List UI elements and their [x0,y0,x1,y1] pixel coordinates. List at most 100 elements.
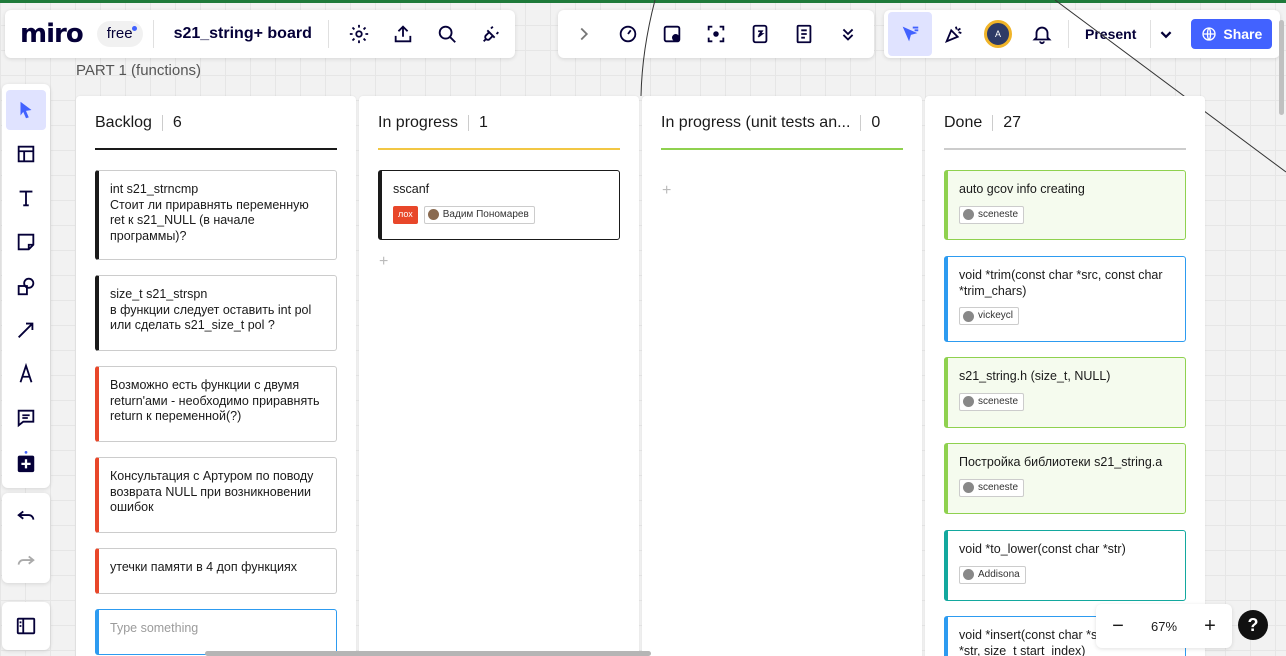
card-text: Возможно есть функции с двумя return'ами… [110,378,320,423]
assignee-name: sceneste [978,208,1019,220]
kanban-card[interactable]: Консультация с Артуром по поводу возврат… [95,457,337,533]
expand-chevron-icon[interactable] [562,12,606,56]
undo-icon[interactable] [4,494,48,538]
zoom-out-button[interactable]: − [1102,610,1134,642]
card-text: sscanf [393,182,430,196]
sticky-note-icon[interactable] [6,222,46,262]
assignee-name: vickeycl [978,310,1014,322]
new-card-input[interactable]: Type something [95,609,337,655]
frames-list-icon [16,617,36,635]
bell-icon[interactable] [1020,12,1064,56]
celebrate-icon[interactable] [932,12,976,56]
card-text: утечки памяти в 4 доп функциях [110,560,298,574]
card-text: Консультация с Артуром по поводу возврат… [110,469,314,514]
kanban-card[interactable]: void *to_lower(const char *str) Addisona [944,530,1186,601]
column-count: 1 [479,114,488,131]
divider [152,20,154,48]
kanban-card[interactable]: Возможно есть функции с двумя return'ами… [95,366,337,442]
globe-icon [1202,27,1217,41]
new-card-placeholder: Type something [110,621,199,635]
avatar[interactable]: A [976,12,1020,56]
timer-icon[interactable] [606,12,650,56]
focus-icon[interactable] [694,12,738,56]
kanban-column-backlog[interactable]: Backlog 6 int s21_strncmp Стоит ли прира… [76,96,356,656]
pen-icon[interactable] [6,354,46,394]
countdown-icon[interactable] [738,12,782,56]
notes-icon[interactable] [782,12,826,56]
assignee-tag[interactable]: Addisona [959,565,1026,584]
board-header-panel: miro free s21_string+ board [5,10,515,58]
avatar [427,209,439,220]
kanban-card[interactable]: int s21_strncmp Стоит ли приравнять пере… [95,170,337,260]
horizontal-scrollbar[interactable] [205,651,651,656]
kanban-column-done[interactable]: Done 27 auto gcov info creating sceneste… [925,96,1205,656]
present-options-chevron-icon[interactable] [1151,12,1181,56]
card-text: size_t s21_strspn в функции следует оста… [110,287,312,332]
assignee-tag[interactable]: sceneste [959,478,1025,497]
column-color-line [95,148,337,150]
divider [327,20,329,48]
add-card-button[interactable]: + [379,253,388,271]
kanban-card[interactable]: auto gcov info creating sceneste [944,170,1186,240]
assignee-name: Вадим Пономарев [442,208,529,220]
card-tag[interactable]: лох [393,205,418,224]
kanban-card[interactable]: утечки памяти в 4 доп функциях [95,548,337,594]
share-button[interactable]: Share [1191,19,1273,49]
assignee-tag[interactable]: sceneste [959,205,1025,224]
column-header[interactable]: In progress (unit tests an... 0 [661,114,903,132]
upload-icon[interactable] [381,12,425,56]
kanban-card[interactable]: s21_string.h (size_t, NULL) sceneste [944,357,1186,428]
search-icon[interactable] [425,12,469,56]
voting-icon[interactable] [650,12,694,56]
user-avatar-initial: A [984,20,1012,48]
kanban-card[interactable]: size_t s21_strspn в функции следует оста… [95,275,337,351]
plug-icon[interactable] [469,12,513,56]
zoom-in-button[interactable]: + [1194,610,1226,642]
column-count: 0 [871,114,881,131]
top-accent-line [0,0,1286,3]
frames-panel-toggle[interactable] [2,602,50,650]
text-tool-icon[interactable] [6,178,46,218]
redo-icon[interactable] [4,539,48,583]
avatar [963,396,974,407]
zoom-controls: − 67% + [1096,604,1232,648]
assignee-name: sceneste [978,481,1019,493]
miro-logo[interactable]: miro [20,19,84,49]
comment-icon[interactable] [6,398,46,438]
select-cursor-icon[interactable] [6,90,46,130]
card-tags: vickeycl [959,307,1173,325]
add-card-button[interactable]: + [662,182,671,200]
kanban-column-unit-tests[interactable]: In progress (unit tests an... 0 + [642,96,922,656]
divider [992,115,994,131]
card-text: void *trim(const char *src, const char *… [959,268,1163,298]
divider [860,115,862,131]
column-header[interactable]: Done 27 [944,114,1186,132]
assignee-tag[interactable]: vickeycl [959,307,1020,325]
settings-gear-icon[interactable] [337,12,381,56]
column-color-line [378,148,620,150]
more-apps-plus-icon[interactable] [6,442,46,482]
help-button[interactable]: ? [1238,610,1268,640]
card-text: auto gcov info creating [959,182,1085,196]
notification-dot [131,26,137,31]
present-button[interactable]: Present [1071,16,1150,52]
kanban-card[interactable]: Постройка библиотеки s21_string.a scenes… [944,443,1186,514]
column-header[interactable]: In progress 1 [378,114,620,132]
column-header[interactable]: Backlog 6 [95,114,337,132]
connection-line-icon[interactable] [6,310,46,350]
kanban-card[interactable]: void *trim(const char *src, const char *… [944,256,1186,342]
cursor-filter-icon[interactable] [888,12,932,56]
board-title[interactable]: s21_string+ board [174,25,312,43]
vertical-scrollbar[interactable] [1279,20,1284,115]
more-chevron-icon[interactable] [826,12,870,56]
shapes-icon[interactable] [6,266,46,306]
assignee-tag[interactable]: Вадим Пономарев [423,205,535,224]
zoom-level[interactable]: 67% [1151,619,1177,634]
kanban-card[interactable]: sscanf лох Вадим Пономарев [378,170,620,240]
assignee-tag[interactable]: sceneste [959,392,1025,411]
undo-redo-panel [2,493,50,583]
templates-icon[interactable] [6,134,46,174]
frame-title[interactable]: PART 1 (functions) [76,62,201,79]
kanban-column-in-progress[interactable]: In progress 1 sscanf лох Вадим Пономарев… [359,96,639,656]
plan-badge[interactable]: free [96,21,143,47]
